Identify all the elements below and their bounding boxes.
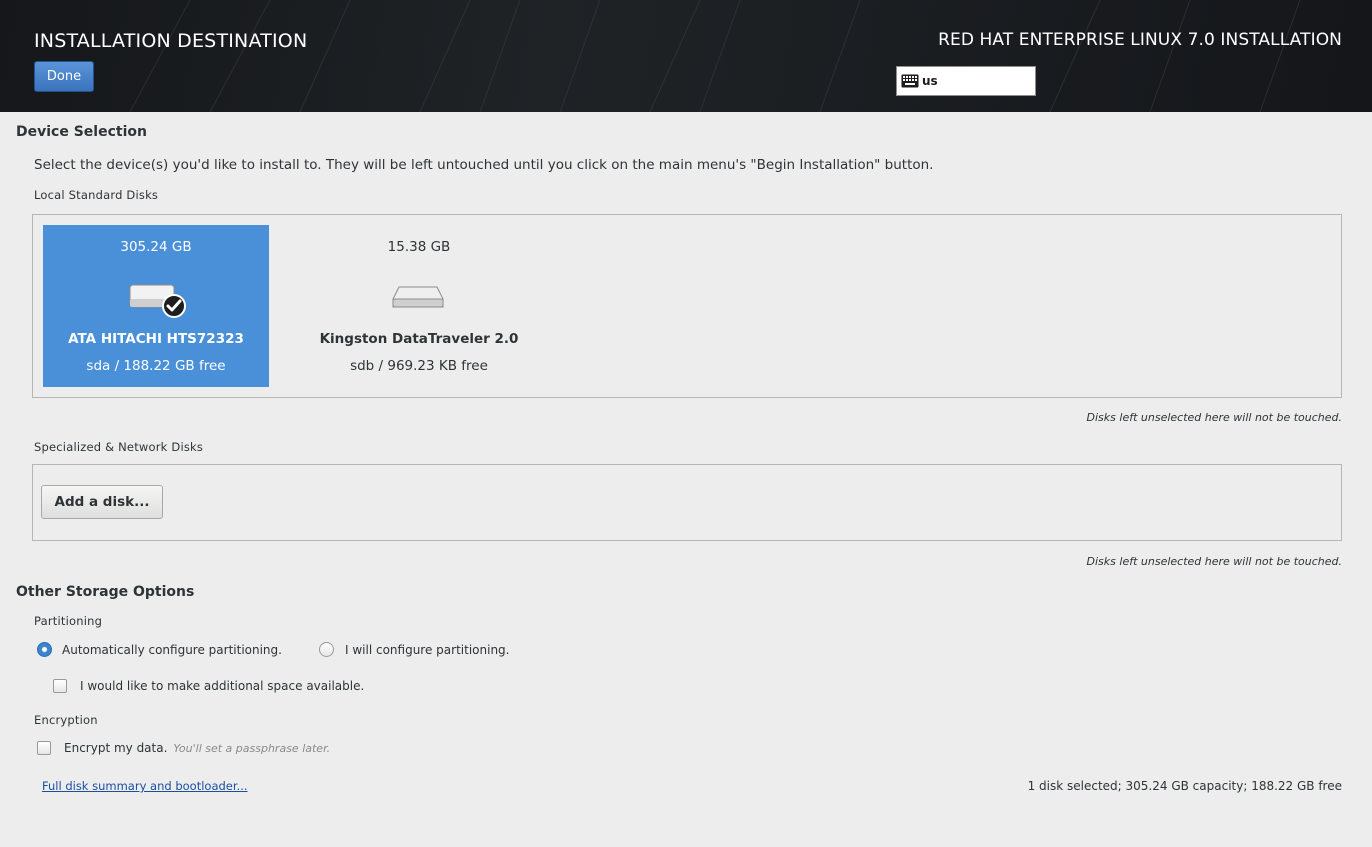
device-selection-heading: Device Selection	[16, 124, 147, 140]
disk-info: sda / 188.22 GB free	[86, 358, 226, 374]
disk-name: ATA HITACHI HTS72323	[68, 331, 244, 347]
product-title: RED HAT ENTERPRISE LINUX 7.0 INSTALLATIO…	[938, 30, 1342, 50]
local-disks-label: Local Standard Disks	[34, 188, 159, 202]
add-disk-button[interactable]: Add a disk...	[41, 485, 163, 519]
disk-sda[interactable]: 305.24 GB ATA HITACHI HTS72323 sda / 188…	[43, 225, 269, 387]
page-title: INSTALLATION DESTINATION	[34, 30, 308, 52]
auto-partition-label[interactable]: Automatically configure partitioning.	[62, 643, 282, 657]
additional-space-checkbox[interactable]	[53, 679, 67, 693]
selection-summary: 1 disk selected; 305.24 GB capacity; 188…	[1027, 779, 1342, 793]
encrypt-hint: You'll set a passphrase later.	[173, 742, 331, 755]
disk-summary-link[interactable]: Full disk summary and bootloader...	[42, 779, 248, 793]
disk-capacity: 15.38 GB	[387, 239, 451, 255]
hard-disk-icon	[289, 269, 549, 319]
encrypt-label[interactable]: Encrypt my data.	[64, 741, 167, 755]
keyboard-icon	[901, 74, 919, 88]
disk-sdb[interactable]: 15.38 GB Kingston DataTraveler 2.0 sdb /…	[289, 225, 549, 387]
keyboard-layout-indicator[interactable]: us	[896, 66, 1036, 96]
encryption-label: Encryption	[34, 713, 98, 727]
specialized-disks-panel	[32, 464, 1342, 541]
device-selection-instructions: Select the device(s) you'd like to insta…	[34, 157, 934, 173]
specialized-disks-note: Disks left unselected here will not be t…	[1086, 555, 1342, 568]
encrypt-checkbox[interactable]	[37, 741, 51, 755]
header-bar: INSTALLATION DESTINATION Done RED HAT EN…	[0, 0, 1372, 112]
manual-partition-label[interactable]: I will configure partitioning.	[345, 643, 509, 657]
partitioning-label: Partitioning	[34, 614, 103, 628]
local-disks-note: Disks left unselected here will not be t…	[1086, 411, 1342, 424]
keyboard-layout-label: us	[922, 74, 938, 88]
done-button[interactable]: Done	[34, 61, 94, 92]
encrypt-option[interactable]: Encrypt my data. You'll set a passphrase …	[64, 741, 330, 755]
header-background-decoration	[129, 0, 1301, 112]
auto-partition-radio[interactable]	[37, 642, 52, 657]
other-storage-heading: Other Storage Options	[16, 584, 195, 600]
specialized-disks-label: Specialized & Network Disks	[34, 440, 204, 454]
additional-space-label[interactable]: I would like to make additional space av…	[80, 679, 364, 693]
hard-disk-selected-icon	[43, 269, 269, 319]
disk-name: Kingston DataTraveler 2.0	[319, 331, 519, 347]
local-disks-panel: 305.24 GB ATA HITACHI HTS72323 sda / 188…	[32, 214, 1342, 398]
disk-capacity: 305.24 GB	[120, 239, 192, 255]
manual-partition-radio[interactable]	[319, 642, 334, 657]
disk-info: sdb / 969.23 KB free	[350, 358, 488, 374]
